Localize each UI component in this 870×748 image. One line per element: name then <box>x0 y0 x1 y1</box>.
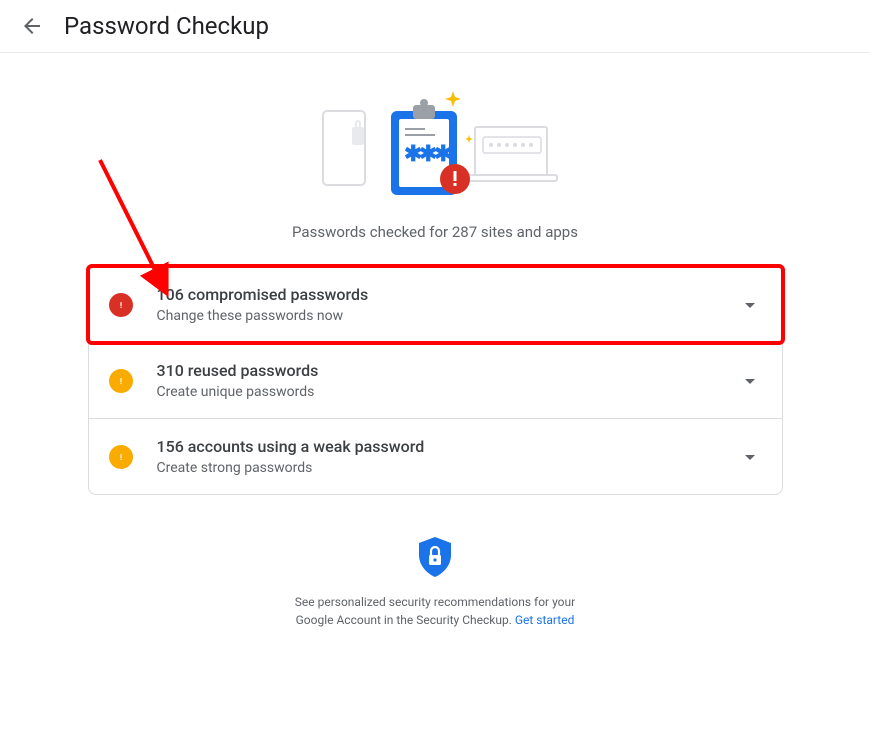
card-content: 310 reused passwords Create unique passw… <box>157 361 738 400</box>
header: Password Checkup <box>0 0 870 53</box>
card-subtitle: Create strong passwords <box>157 460 738 476</box>
svg-text:✱: ✱ <box>434 142 452 167</box>
alert-icon <box>109 293 133 317</box>
warning-icon <box>109 445 133 469</box>
weak-passwords-card[interactable]: 156 accounts using a weak password Creat… <box>89 419 782 494</box>
footer-text-line2: Google Account in the Security Checkup. <box>296 613 515 627</box>
chevron-down-icon <box>738 293 762 317</box>
card-content: 106 compromised passwords Change these p… <box>157 285 738 324</box>
footer-text-line1: See personalized security recommendation… <box>295 595 575 609</box>
hero-illustration: ✱ ✱ ✱ <box>305 83 565 203</box>
card-subtitle: Change these passwords now <box>157 308 738 324</box>
chevron-down-icon <box>738 445 762 469</box>
card-title: 310 reused passwords <box>157 361 738 380</box>
shield-icon <box>415 535 455 579</box>
back-arrow-icon[interactable] <box>20 14 44 38</box>
summary-text: Passwords checked for 287 sites and apps <box>292 223 578 241</box>
card-content: 156 accounts using a weak password Creat… <box>157 437 738 476</box>
card-subtitle: Create unique passwords <box>157 384 738 400</box>
footer: See personalized security recommendation… <box>295 535 575 629</box>
warning-icon <box>109 369 133 393</box>
chevron-down-icon <box>738 369 762 393</box>
reused-passwords-card[interactable]: 310 reused passwords Create unique passw… <box>89 343 782 419</box>
card-title: 156 accounts using a weak password <box>157 437 738 456</box>
card-title: 106 compromised passwords <box>157 285 738 304</box>
results-list: 106 compromised passwords Change these p… <box>88 266 783 495</box>
get-started-link[interactable]: Get started <box>515 613 575 627</box>
page-title: Password Checkup <box>64 12 269 40</box>
main-content: ✱ ✱ ✱ Passwords checked for 287 sites an… <box>0 53 870 659</box>
compromised-passwords-card[interactable]: 106 compromised passwords Change these p… <box>89 267 782 343</box>
footer-text: See personalized security recommendation… <box>295 593 575 629</box>
